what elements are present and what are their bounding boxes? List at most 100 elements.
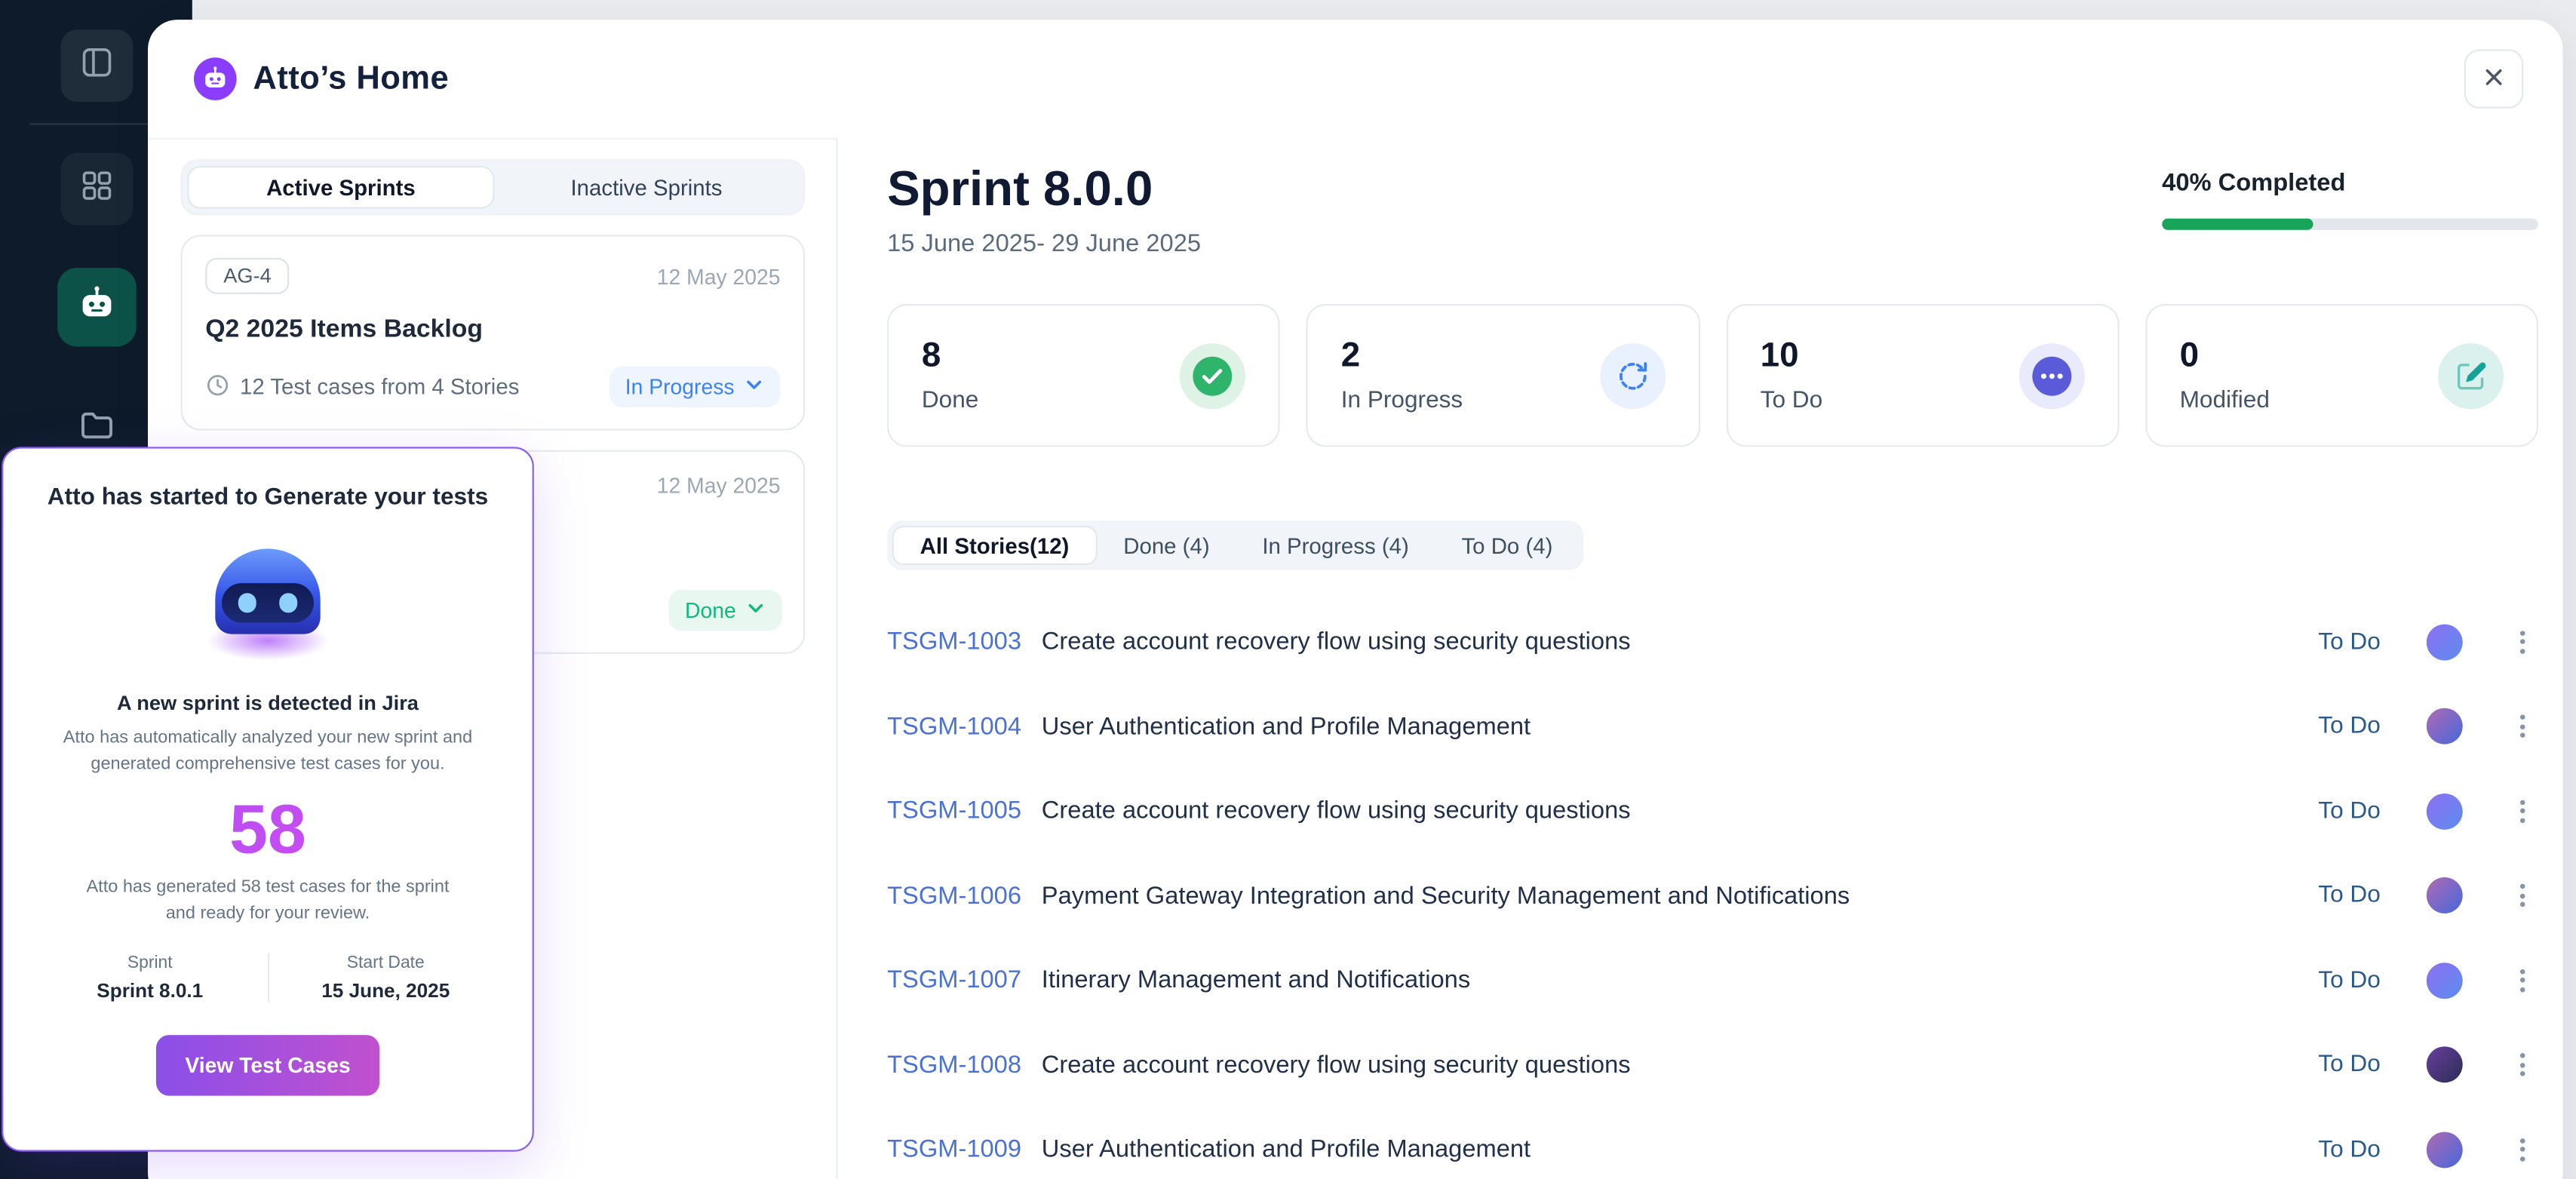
sprint-progress: 40% Completed [2162,169,2538,230]
sprint-meta: 12 Test cases from 4 Stories [205,372,519,401]
stat-card-todo: 10 To Do [1726,304,2119,447]
atto-robot-icon [75,282,118,333]
atto-notification-popup: Atto has started to Generate your tests [2,447,534,1151]
sprint-key-badge: AG-4 [205,258,289,294]
close-icon [2482,65,2505,93]
assignee-avatar [2427,1131,2463,1168]
story-id: TSGM-1004 [887,713,1042,741]
folder-icon [76,405,115,453]
tab-all-stories[interactable]: All Stories(12) [892,526,1098,565]
progress-bar [2162,219,2538,230]
screen: Atto’s Home Active Sprints Inactive Spri… [0,0,2576,1179]
stat-value: 10 [1761,336,1823,376]
progress-label: 40% Completed [2162,169,2538,197]
story-title: Create account recovery flow using secur… [1042,1051,1631,1079]
sprint-info-column: Sprint Sprint 8.0.1 [33,952,267,1001]
story-status: To Do [2318,714,2381,740]
story-title: Create account recovery flow using secur… [1042,628,1631,656]
popup-subtitle: A new sprint is detected in Jira [33,692,503,714]
tab-in-progress[interactable]: In Progress (4) [1236,526,1435,565]
sprint-detail-panel: Sprint 8.0.0 15 June 2025- 29 June 2025 … [838,138,2563,1179]
sprint-card[interactable]: AG-4 12 May 2025 Q2 2025 Items Backlog 1… [181,235,806,430]
assignee-avatar [2427,624,2463,660]
story-id: TSGM-1008 [887,1051,1042,1079]
story-row[interactable]: TSGM-1007 Itinerary Management and Notif… [887,938,2538,1023]
story-row[interactable]: TSGM-1003 Create account recovery flow u… [887,600,2538,684]
start-date-value: 15 June, 2025 [269,978,502,1001]
check-circle-icon [1180,342,1245,408]
popup-title: Atto has started to Generate your tests [33,484,503,511]
clock-icon [205,372,230,401]
story-id: TSGM-1006 [887,882,1042,910]
sprint-date-range: 15 June 2025- 29 June 2025 [887,230,1201,258]
tab-active-sprints[interactable]: Active Sprints [187,166,494,209]
sprint-info-value: Sprint 8.0.1 [33,978,267,1001]
stat-card-modified: 0 Modified [2145,304,2538,447]
assignee-avatar [2427,963,2463,999]
story-title: Payment Gateway Integration and Security… [1042,882,1850,910]
sprint-status-label: Done [685,598,736,623]
story-row[interactable]: TSGM-1005 Create account recovery flow u… [887,769,2538,853]
window-title: Atto’s Home [253,60,449,97]
atto-logo-icon [194,57,237,100]
sprint-status-dropdown[interactable]: In Progress [609,367,781,407]
kebab-menu-icon[interactable] [2505,622,2538,662]
sprint-title: Sprint 8.0.0 [887,163,1201,219]
sprint-status-label: In Progress [625,375,735,400]
chevron-down-icon [746,598,766,623]
story-status: To Do [2318,798,2381,824]
kebab-menu-icon[interactable] [2505,791,2538,831]
sprints-tab-switcher: Active Sprints Inactive Sprints [181,159,806,215]
refresh-icon [1599,342,1665,408]
stat-label: In Progress [1341,388,1463,414]
atto-robot-illustration [33,536,503,672]
kebab-menu-icon[interactable] [2505,707,2538,746]
tab-inactive-sprints[interactable]: Inactive Sprints [495,166,799,209]
story-status: To Do [2318,883,2381,909]
story-row[interactable]: TSGM-1006 Payment Gateway Integration an… [887,853,2538,938]
start-date-label: Start Date [269,952,502,972]
stat-label: Done [922,388,979,414]
sidebar-item-apps[interactable] [60,153,132,226]
apps-grid-icon [78,167,114,211]
sprint-info-label: Sprint [33,952,267,972]
close-button[interactable] [2464,49,2523,108]
sprint-date: 12 May 2025 [657,264,781,289]
window-header: Atto’s Home [148,20,2563,138]
sprint-date: 12 May 2025 [657,473,781,498]
kebab-menu-icon[interactable] [2505,1045,2538,1085]
story-title: User Authentication and Profile Manageme… [1042,713,1531,741]
edit-pencil-icon [2438,342,2504,408]
sprint-status-dropdown[interactable]: Done [668,590,781,631]
story-status: To Do [2318,967,2381,993]
assignee-avatar [2427,793,2463,829]
story-title: Create account recovery flow using secur… [1042,797,1631,825]
sidebar-item-dashboard[interactable] [60,29,132,102]
story-id: TSGM-1007 [887,966,1042,994]
stat-value: 2 [1341,336,1463,376]
kebab-menu-icon[interactable] [2505,961,2538,1000]
tab-todo[interactable]: To Do (4) [1435,526,1580,565]
stories-tab-bar: All Stories(12) Done (4) In Progress (4)… [887,520,1584,570]
story-row[interactable]: TSGM-1004 User Authentication and Profil… [887,684,2538,769]
assignee-avatar [2427,708,2463,745]
stat-label: To Do [1761,388,1823,414]
story-row[interactable]: TSGM-1009 User Authentication and Profil… [887,1107,2538,1179]
view-test-cases-button[interactable]: View Test Cases [156,1034,379,1095]
stat-value: 8 [922,336,979,376]
story-list: TSGM-1003 Create account recovery flow u… [887,600,2538,1179]
sidebar-divider [29,123,164,124]
tab-done[interactable]: Done (4) [1097,526,1236,565]
story-row[interactable]: TSGM-1008 Create account recovery flow u… [887,1023,2538,1107]
kebab-menu-icon[interactable] [2505,1130,2538,1169]
story-status: To Do [2318,1052,2381,1078]
start-date-column: Start Date 15 June, 2025 [267,952,503,1001]
story-id: TSGM-1003 [887,628,1042,656]
story-title: User Authentication and Profile Manageme… [1042,1135,1531,1163]
assignee-avatar [2427,1047,2463,1083]
stat-card-in-progress: 2 In Progress [1306,304,1699,447]
sidebar-item-atto[interactable] [57,268,136,347]
stat-card-done: 8 Done [887,304,1280,447]
kebab-menu-icon[interactable] [2505,876,2538,915]
count-caption: Atto has generated 58 test cases for the… [84,876,452,927]
